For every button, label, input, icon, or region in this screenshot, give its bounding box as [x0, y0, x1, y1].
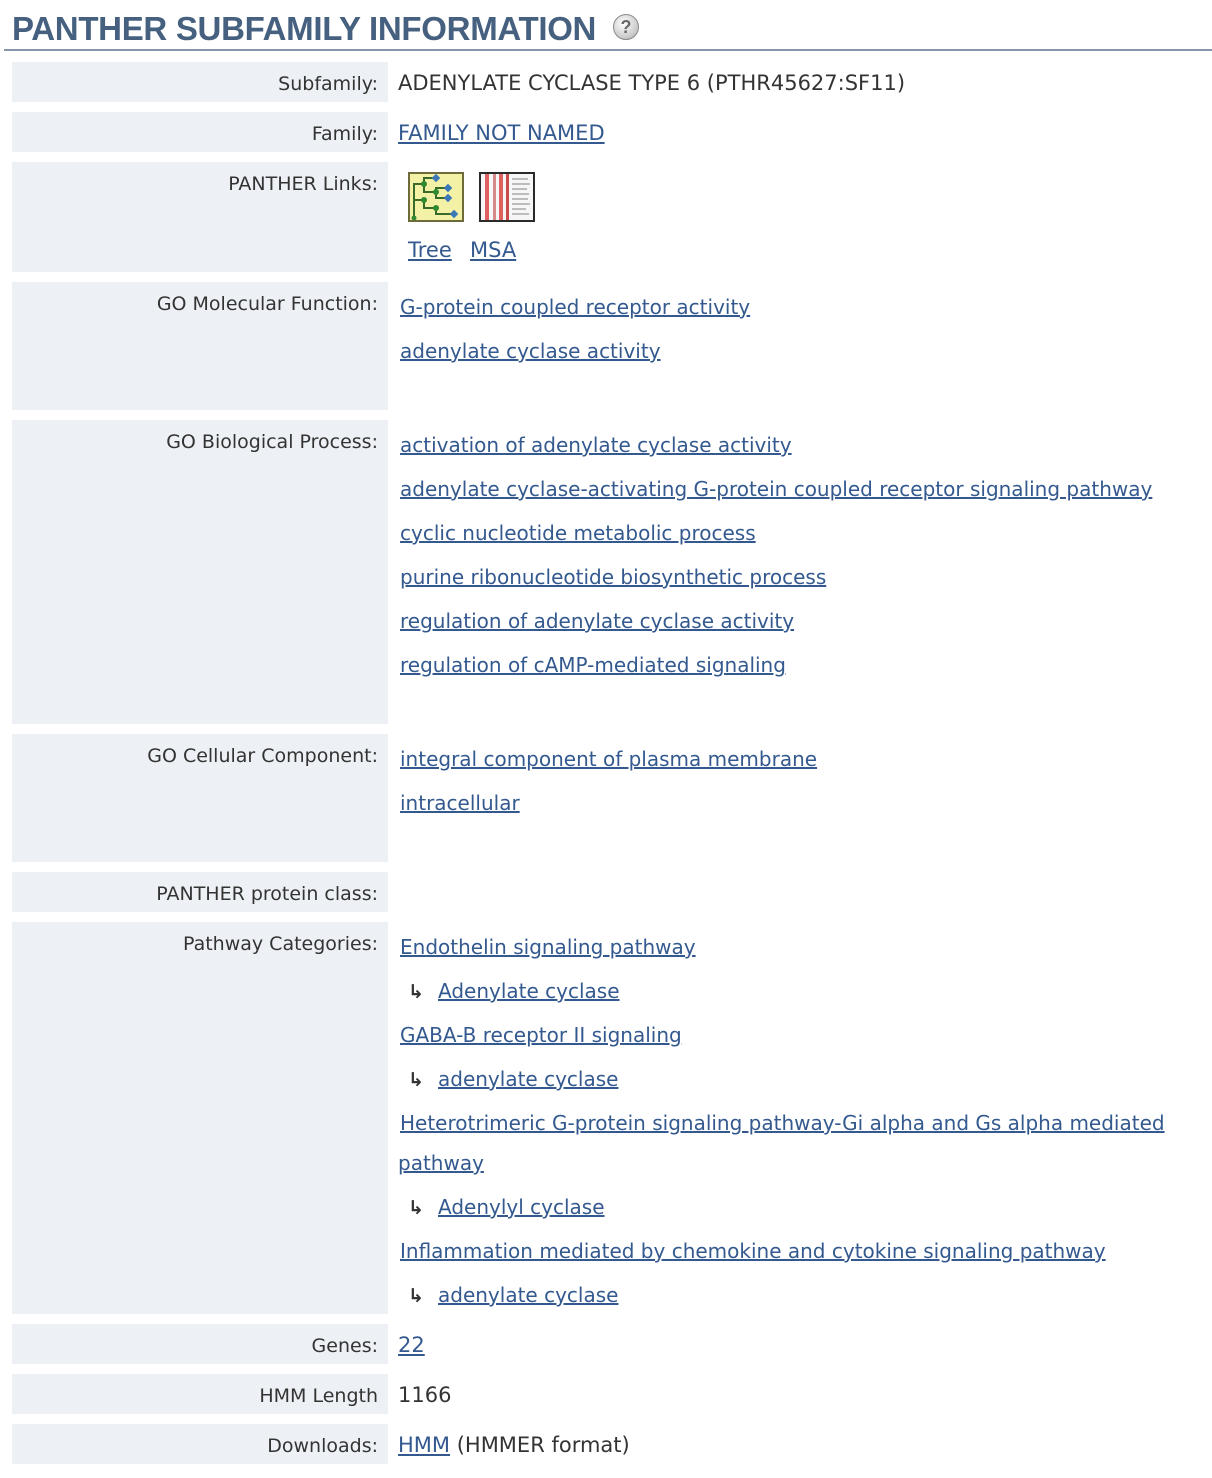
header-divider [4, 49, 1212, 51]
sub-arrow-icon: ↳ [408, 1069, 424, 1091]
pathway-component: ↳ adenylate cyclase [408, 1067, 618, 1091]
label-go-bp: GO Biological Process: [12, 420, 388, 724]
help-icon[interactable]: ? [613, 14, 639, 40]
page-title: PANTHER SUBFAMILY INFORMATION [12, 10, 597, 47]
pathway-link-continuation[interactable]: pathway [398, 1153, 484, 1173]
family-link[interactable]: FAMILY NOT NAMED [398, 123, 605, 144]
component-link[interactable]: adenylate cyclase [438, 1283, 618, 1307]
row-family: Family: FAMILY NOT NAMED [0, 112, 1212, 152]
row-protein-class: PANTHER protein class: [0, 872, 1212, 912]
pathway-link[interactable]: GABA-B receptor II signaling [400, 1025, 682, 1045]
hmm-download-link[interactable]: HMM [398, 1433, 450, 1457]
genes-count-link[interactable]: 22 [398, 1335, 425, 1356]
go-term-link[interactable]: purine ribonucleotide biosynthetic proce… [400, 567, 826, 587]
pathway-link[interactable]: Endothelin signaling pathway [400, 937, 696, 957]
row-pathway-categories: Pathway Categories: Endothelin signaling… [0, 922, 1212, 1314]
sub-arrow-icon: ↳ [408, 1197, 424, 1219]
go-term-link[interactable]: adenylate cyclase activity [400, 341, 661, 361]
label-downloads: Downloads: [12, 1424, 388, 1464]
go-term-link[interactable]: intracellular [400, 793, 520, 813]
go-term-link[interactable]: regulation of adenylate cyclase activity [400, 611, 794, 631]
go-term-link[interactable]: integral component of plasma membrane [400, 749, 817, 769]
subfamily-value: ADENYLATE CYCLASE TYPE 6 (PTHR45627:SF11… [398, 71, 906, 95]
pathway-component: ↳ Adenylate cyclase [408, 979, 620, 1003]
tree-link[interactable]: Tree [408, 240, 452, 261]
pathway-component: ↳ Adenylyl cyclase [408, 1195, 605, 1219]
sub-arrow-icon: ↳ [408, 981, 424, 1003]
row-hmm-length: HMM Length 1166 [0, 1374, 1212, 1414]
component-link[interactable]: adenylate cyclase [438, 1067, 618, 1091]
label-family: Family: [12, 112, 388, 152]
go-term-link[interactable]: cyclic nucleotide metabolic process [400, 523, 756, 543]
msa-icon[interactable] [479, 172, 535, 222]
label-hmm-length: HMM Length [12, 1374, 388, 1414]
row-go-biological-process: GO Biological Process: activation of ade… [0, 420, 1212, 724]
downloads-value: HMM (HMMER format) [398, 1435, 630, 1456]
label-genes: Genes: [12, 1324, 388, 1364]
pathway-link[interactable]: Heterotrimeric G-protein signaling pathw… [400, 1113, 1165, 1133]
go-term-link[interactable]: G-protein coupled receptor activity [400, 297, 750, 317]
row-downloads: Downloads: HMM (HMMER format) [0, 1424, 1212, 1464]
component-link[interactable]: Adenylate cyclase [438, 979, 620, 1003]
row-go-molecular-function: GO Molecular Function: G-protein coupled… [0, 282, 1212, 410]
row-go-cellular-component: GO Cellular Component: integral componen… [0, 734, 1212, 862]
label-subfamily: Subfamily: [12, 62, 388, 102]
go-term-link[interactable]: adenylate cyclase-activating G-protein c… [400, 479, 1152, 499]
row-subfamily: Subfamily: ADENYLATE CYCLASE TYPE 6 (PTH… [0, 62, 1212, 102]
label-go-cc: GO Cellular Component: [12, 734, 388, 862]
label-panther-links: PANTHER Links: [12, 162, 388, 272]
go-term-link[interactable]: regulation of cAMP-mediated signaling [400, 655, 786, 675]
row-panther-links: PANTHER Links: Tree MSA [0, 162, 1212, 272]
component-link[interactable]: Adenylyl cyclase [438, 1195, 605, 1219]
sub-arrow-icon: ↳ [408, 1285, 424, 1307]
label-go-mf: GO Molecular Function: [12, 282, 388, 410]
go-term-link[interactable]: activation of adenylate cyclase activity [400, 435, 792, 455]
msa-link[interactable]: MSA [470, 240, 516, 261]
label-pathways: Pathway Categories: [12, 922, 388, 1314]
label-protein-class: PANTHER protein class: [12, 872, 388, 912]
tree-icon[interactable] [408, 172, 464, 222]
hmm-length-value: 1166 [398, 1383, 452, 1407]
row-genes: Genes: 22 [0, 1324, 1212, 1364]
pathway-component: ↳ adenylate cyclase [408, 1283, 618, 1307]
hmm-format-note: (HMMER format) [450, 1433, 630, 1457]
page-header: PANTHER SUBFAMILY INFORMATION ? [0, 0, 1212, 52]
pathway-link[interactable]: Inflammation mediated by chemokine and c… [400, 1241, 1106, 1261]
